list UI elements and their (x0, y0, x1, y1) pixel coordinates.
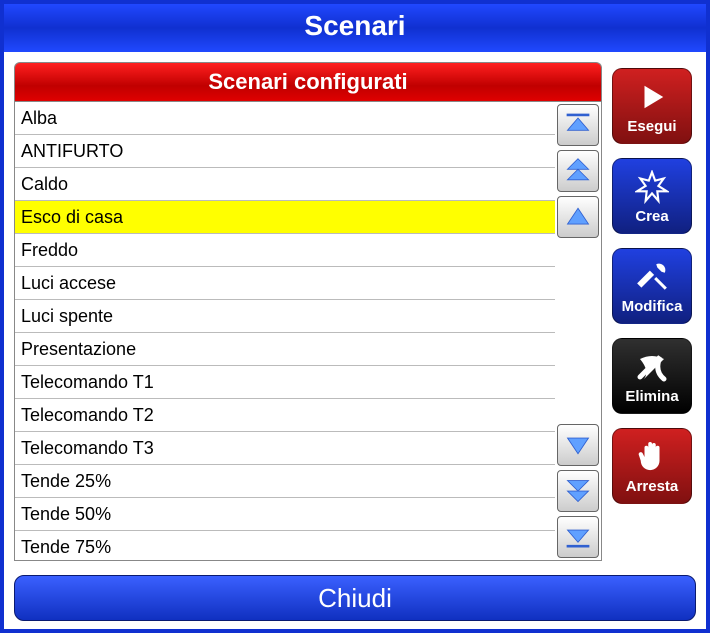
double-up-arrow-icon (564, 111, 592, 139)
x-icon (636, 348, 668, 386)
stacked-up-arrow-icon (564, 157, 592, 185)
list-item[interactable]: Presentazione (15, 333, 555, 366)
list-item[interactable]: Tende 75% (15, 531, 555, 561)
scenario-list: AlbaANTIFURTOCaldoEsco di casaFreddoLuci… (14, 101, 602, 561)
list-header: Scenari configurati (14, 62, 602, 101)
content-area: Scenari configurati AlbaANTIFURTOCaldoEs… (4, 52, 706, 561)
list-item[interactable]: Telecomando T2 (15, 399, 555, 432)
scroll-down-button[interactable] (557, 424, 599, 466)
scenario-list-rows: AlbaANTIFURTOCaldoEsco di casaFreddoLuci… (15, 102, 555, 560)
list-item[interactable]: Alba (15, 102, 555, 135)
run-label: Esegui (627, 118, 676, 135)
list-item[interactable]: Luci spente (15, 300, 555, 333)
list-item[interactable]: Freddo (15, 234, 555, 267)
delete-label: Elimina (625, 388, 678, 405)
scroll-bottom-button[interactable] (557, 516, 599, 558)
close-label: Chiudi (318, 583, 392, 614)
double-down-arrow-icon (564, 523, 592, 551)
create-label: Crea (635, 208, 668, 225)
star-icon (635, 168, 669, 206)
stop-button[interactable]: Arresta (612, 428, 692, 504)
stacked-down-arrow-icon (564, 477, 592, 505)
edit-label: Modifica (622, 298, 683, 315)
window-title: Scenari (4, 4, 706, 52)
list-item[interactable]: Luci accese (15, 267, 555, 300)
down-arrow-icon (564, 431, 592, 459)
list-item[interactable]: Tende 50% (15, 498, 555, 531)
close-button[interactable]: Chiudi (14, 575, 696, 621)
list-item[interactable]: Telecomando T3 (15, 432, 555, 465)
scroll-page-down-button[interactable] (557, 470, 599, 512)
stop-label: Arresta (626, 478, 679, 495)
list-item[interactable]: ANTIFURTO (15, 135, 555, 168)
run-button[interactable]: Esegui (612, 68, 692, 144)
scenari-window: Scenari Scenari configurati AlbaANTIFURT… (0, 0, 710, 633)
scroll-column (555, 102, 601, 560)
create-button[interactable]: Crea (612, 158, 692, 234)
list-item[interactable]: Telecomando T1 (15, 366, 555, 399)
list-item[interactable]: Esco di casa (15, 201, 555, 234)
up-arrow-icon (564, 203, 592, 231)
scenario-panel: Scenari configurati AlbaANTIFURTOCaldoEs… (14, 62, 602, 561)
scroll-top-button[interactable] (557, 104, 599, 146)
tools-icon (635, 258, 669, 296)
scroll-page-up-button[interactable] (557, 150, 599, 192)
hand-icon (637, 438, 667, 476)
action-buttons: Esegui Crea Modifica (612, 62, 696, 561)
edit-button[interactable]: Modifica (612, 248, 692, 324)
delete-button[interactable]: Elimina (612, 338, 692, 414)
list-item[interactable]: Caldo (15, 168, 555, 201)
scroll-up-button[interactable] (557, 196, 599, 238)
list-item[interactable]: Tende 25% (15, 465, 555, 498)
play-icon (637, 78, 667, 116)
